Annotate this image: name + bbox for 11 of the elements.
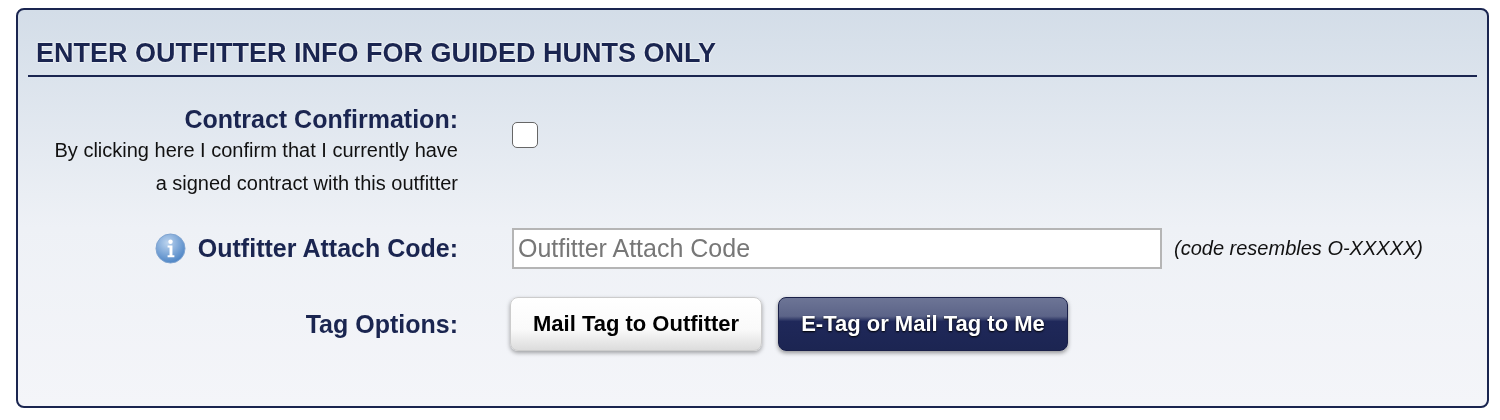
tag-option-button[interactable]: Mail Tag to Outfitter [510,297,763,351]
tag-option-button[interactable]: E-Tag or Mail Tag to Me [778,297,1068,351]
section-title: ENTER OUTFITTER INFO FOR GUIDED HUNTS ONLY [28,32,1477,77]
field-label: Outfitter Attach Code: [197,234,458,263]
format-hint: (code resembles O-XXXXX) [1174,237,1423,260]
attach-code-field[interactable]: Outfitter Attach Code [512,228,1162,269]
info-icon[interactable] [154,233,186,264]
field-label: Contract Confirmation: [184,105,458,134]
confirmation-text: By clicking here I confirm that I currently have a signed contract with this outfitter [53,138,458,196]
checkbox[interactable] [512,121,538,148]
field-label: Tag Options: [305,309,458,339]
